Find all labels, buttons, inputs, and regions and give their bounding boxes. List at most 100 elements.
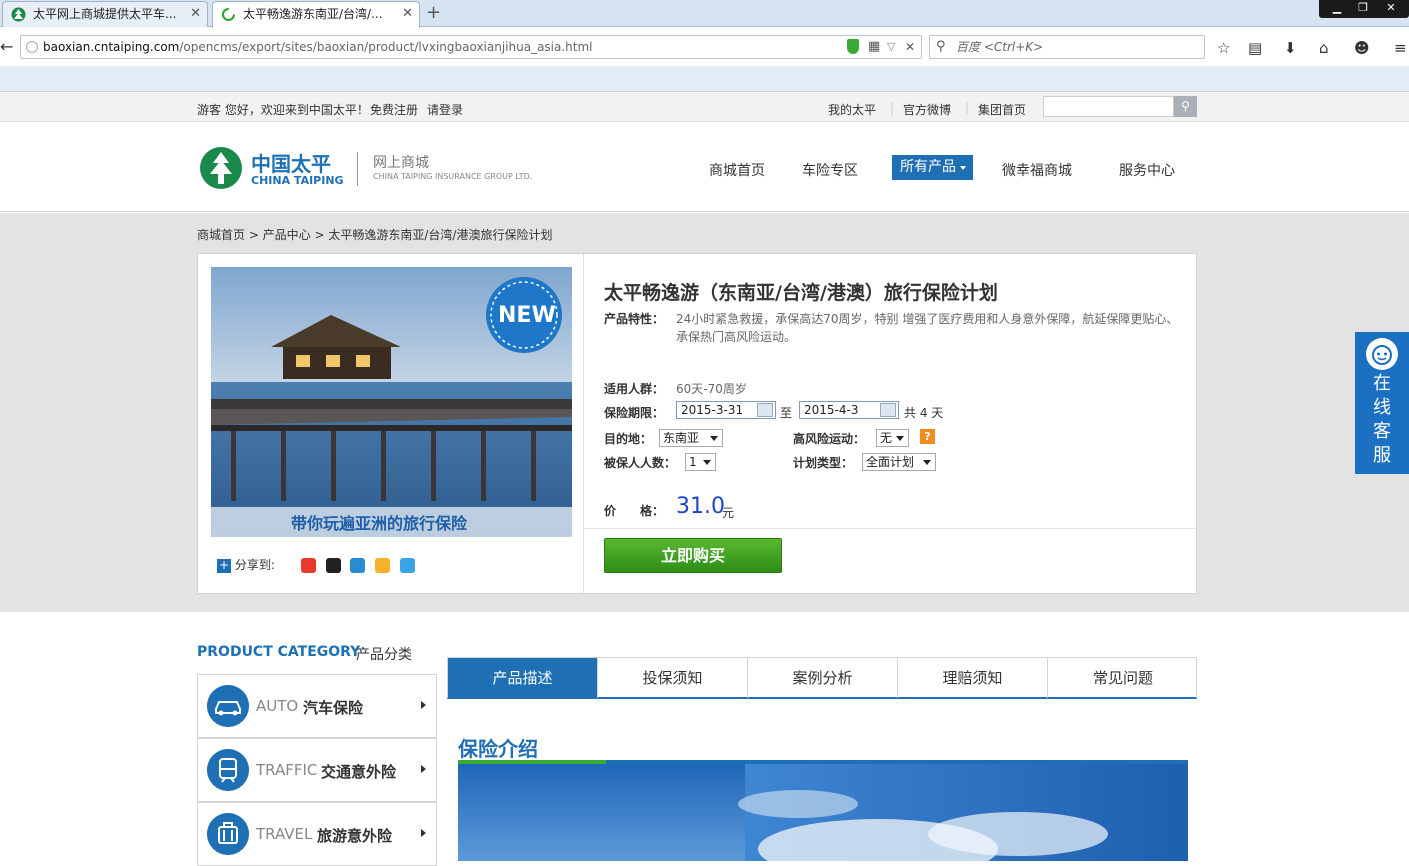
product-panel: NEW 带你玩遍亚洲的旅行保险 + 分享到: 太平畅逸游（东南亚/台湾/港澳）旅…	[197, 253, 1197, 594]
tab-purchase-notes[interactable]: 投保须知	[598, 658, 748, 698]
category-cn: 交通意外险	[321, 763, 397, 781]
tencent-weibo-share-icon[interactable]	[400, 558, 416, 573]
nav-car-insurance[interactable]: 车险专区	[802, 160, 858, 180]
category-en: TRAFFIC	[256, 761, 318, 779]
product-image-column: NEW 带你玩遍亚洲的旅行保险 + 分享到:	[198, 254, 584, 593]
buy-now-button[interactable]: 立即购买	[604, 538, 782, 573]
end-date-value: 2015-4-3	[804, 403, 859, 417]
star-share-icon[interactable]	[375, 558, 391, 573]
product-banner-image: NEW 带你玩遍亚洲的旅行保险	[211, 267, 572, 537]
category-title-en: PRODUCT CATEGORY	[197, 644, 361, 660]
register-link[interactable]: 免费注册	[370, 101, 418, 118]
url-host: baoxian.cntaiping.com	[43, 40, 180, 54]
window-controls: ▁ ❐ ✕	[1319, 0, 1409, 18]
close-tab-icon[interactable]: ✕	[190, 2, 201, 26]
tab-case-study[interactable]: 案例分析	[748, 658, 898, 698]
online-service-label: 在线客服	[1373, 373, 1391, 466]
globe-icon	[26, 41, 38, 53]
insured-count-select[interactable]: 1	[685, 453, 716, 471]
start-date-input[interactable]: 2015-3-31	[676, 401, 776, 419]
browser-search-placeholder: 百度 <Ctrl+K>	[956, 40, 1044, 54]
plan-type-select[interactable]: 全面计划	[862, 453, 936, 471]
minimize-icon[interactable]: ▁	[1325, 0, 1349, 16]
chevron-down-icon	[703, 460, 711, 465]
share-bar: + 分享到:	[217, 556, 416, 573]
shield-icon[interactable]	[847, 39, 859, 54]
stop-icon[interactable]: ✕	[905, 36, 915, 58]
browser-tab-2-label: 太平畅逸游东南亚/台湾/...	[243, 7, 383, 21]
restore-icon[interactable]: ❐	[1351, 0, 1375, 16]
feature-label: 产品特性：	[604, 312, 665, 326]
qrcode-icon[interactable]: ▦	[868, 36, 880, 58]
browser-tab-bar: 太平网上商城提供太平车... ✕ 太平畅逸游东南亚/台湾/... ✕ + ▁ ❐…	[0, 0, 1409, 28]
group-home-link[interactable]: 集团首页	[978, 101, 1026, 118]
days-count: 共 4 天	[904, 406, 944, 420]
feature-text-2: 承保热门高风险运动。	[676, 330, 797, 344]
nav-wellbeing-mall[interactable]: 微幸福商城	[1002, 160, 1072, 180]
weibo-share-icon[interactable]	[300, 558, 316, 573]
risk-sport-select[interactable]: 无	[876, 429, 909, 447]
logo-sub-en: CHINA TAIPING INSURANCE GROUP LTD.	[373, 172, 533, 181]
browser-tab-2[interactable]: 太平畅逸游东南亚/台湾/... ✕	[212, 1, 420, 28]
help-icon[interactable]: ?	[920, 429, 935, 444]
caret-down-icon	[960, 166, 966, 170]
site-search-input[interactable]	[1043, 96, 1174, 117]
category-title-cn: 产品分类	[356, 647, 412, 663]
qzone-share-icon[interactable]	[350, 558, 366, 573]
divider	[584, 528, 1196, 529]
new-tab-icon[interactable]: +	[426, 2, 441, 23]
logo-en: CHINA TAIPING	[251, 174, 344, 187]
reading-list-icon[interactable]: ▤	[1248, 39, 1262, 57]
plan-type-value: 全面计划	[866, 455, 915, 469]
loading-spinner-icon	[222, 8, 235, 21]
category-en: TRAVEL	[256, 825, 313, 843]
nav-mall-home[interactable]: 商城首页	[709, 160, 765, 180]
nav-all-products[interactable]: 所有产品	[892, 155, 973, 180]
category-item-travel[interactable]: TRAVEL 旅游意外险	[197, 802, 437, 866]
site-logo[interactable]: 中国太平 CHINA TAIPING 网上商城 CHINA TAIPING IN…	[199, 146, 559, 194]
plan-type-label: 计划类型：	[793, 456, 854, 470]
home-icon[interactable]: ⌂	[1319, 39, 1329, 57]
price-label: 价 格：	[604, 504, 665, 518]
nav-service-center[interactable]: 服务中心	[1119, 160, 1175, 180]
bookmarks-bar	[0, 66, 1409, 92]
qq-share-icon[interactable]	[325, 558, 341, 573]
bookmark-star-icon[interactable]: ☆	[1217, 39, 1230, 57]
product-title: 太平畅逸游（东南亚/台湾/港澳）旅行保险计划	[604, 282, 998, 304]
insurance-intro-image	[458, 764, 1188, 861]
close-tab-icon[interactable]: ✕	[402, 2, 413, 26]
destination-select[interactable]: 东南亚	[659, 429, 723, 447]
browser-tab-1[interactable]: 太平网上商城提供太平车... ✕	[2, 1, 208, 27]
weibo-link[interactable]: 官方微博	[903, 101, 951, 118]
my-taiping-link[interactable]: 我的太平	[828, 101, 876, 118]
category-cn: 旅游意外险	[317, 827, 393, 845]
calendar-icon[interactable]	[757, 403, 773, 417]
tab-claim-notes[interactable]: 理赔须知	[898, 658, 1048, 698]
site-search-button[interactable]: ⚲	[1174, 96, 1197, 117]
download-icon[interactable]: ⬇	[1284, 39, 1297, 57]
new-badge-text: NEW	[498, 303, 556, 328]
taiping-favicon-icon	[11, 7, 26, 22]
chat-icon[interactable]: ☻	[1354, 39, 1370, 57]
insured-count-label: 被保人人数：	[604, 456, 677, 470]
tab-product-description[interactable]: 产品描述	[448, 658, 598, 698]
dropdown-icon[interactable]: ▽	[887, 36, 895, 58]
online-service-widget[interactable]: 在线客服	[1355, 332, 1409, 474]
address-bar[interactable]: baoxian.cntaiping.com/opencms/export/sit…	[20, 35, 922, 59]
calendar-icon[interactable]	[880, 403, 896, 417]
category-en: AUTO	[256, 697, 299, 715]
category-item-auto[interactable]: AUTO 汽车保险	[197, 674, 437, 738]
menu-icon[interactable]: ≡	[1394, 39, 1407, 57]
browser-search-input[interactable]: ⚲ 百度 <Ctrl+K>	[929, 35, 1205, 59]
share-plus-icon[interactable]: +	[217, 558, 231, 573]
train-icon	[207, 749, 249, 791]
end-date-input[interactable]: 2015-4-3	[799, 401, 899, 419]
tab-faq[interactable]: 常见问题	[1048, 658, 1198, 698]
login-link[interactable]: 请登录	[427, 101, 463, 118]
window-close-icon[interactable]: ✕	[1379, 0, 1403, 16]
category-item-traffic[interactable]: TRAFFIC 交通意外险	[197, 738, 437, 802]
banner-caption: 带你玩遍亚洲的旅行保险	[291, 514, 468, 533]
feature-text-1: 24小时紧急救援，承保高达70周岁，特别 增强了医疗费用和人身意外保障，航延保障…	[676, 312, 1179, 326]
chevron-down-icon	[710, 436, 718, 441]
back-icon[interactable]: ←	[0, 37, 13, 56]
